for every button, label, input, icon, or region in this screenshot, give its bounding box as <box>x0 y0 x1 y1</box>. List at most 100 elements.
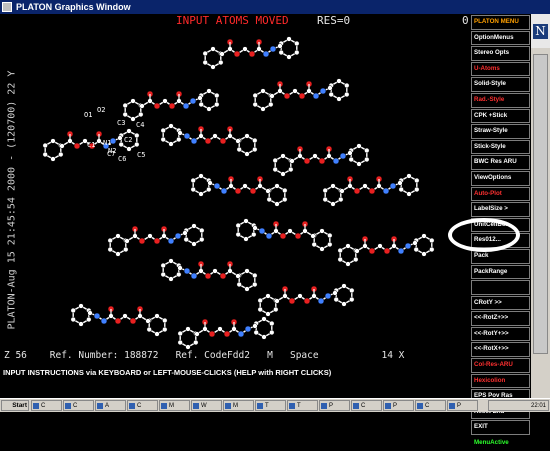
window-title-bar[interactable]: PLATON Graphics Window <box>0 0 550 14</box>
taskbar-button-label: C <box>73 403 78 409</box>
phenyl-ring <box>70 303 92 327</box>
menu-item-croty[interactable]: CRotY >> <box>471 295 530 311</box>
atom-label: N1 <box>103 139 111 147</box>
menu-item-rotx[interactable]: <<-RotX+>> <box>471 342 530 358</box>
instruction-line: INPUT INSTRUCTIONS via KEYBOARD or LEFT-… <box>0 362 470 384</box>
taskbar-button-0[interactable]: C <box>31 400 62 411</box>
app-icon <box>225 403 231 409</box>
molecule <box>122 88 220 122</box>
atom-label: C3 <box>117 119 125 127</box>
atom-label: C7 <box>107 150 115 158</box>
taskbar-button-5[interactable]: W <box>191 400 222 411</box>
phenyl-ring <box>257 293 279 317</box>
phenyl-ring <box>337 243 359 267</box>
taskbar-button-label: M <box>169 403 174 409</box>
taskbar-button-8[interactable]: T <box>287 400 318 411</box>
taskbar-button-1[interactable]: C <box>63 400 94 411</box>
menu-item-menuactive[interactable]: MenuActive <box>471 436 530 451</box>
phenyl-ring <box>348 143 370 167</box>
menu-item-stick-style[interactable]: Stick-Style <box>471 139 530 155</box>
atom-label: C2 <box>124 136 132 144</box>
molecule <box>70 303 168 337</box>
reference-info-line: Z 56 Ref. Number: 188872 Ref. CodeFdd2 M… <box>4 350 405 361</box>
taskbar-button-10[interactable]: C <box>351 400 382 411</box>
taskbar-button-9[interactable]: P <box>319 400 350 411</box>
app-icon <box>97 403 103 409</box>
phenyl-ring <box>177 326 199 350</box>
packrange-highlight-ellipse <box>448 218 520 252</box>
phenyl-ring <box>107 233 129 257</box>
phenyl-ring <box>183 223 205 247</box>
taskbar-button-11[interactable]: P <box>383 400 414 411</box>
phenyl-ring <box>266 183 288 207</box>
start-button[interactable]: Start <box>1 400 29 411</box>
molecule <box>202 36 300 70</box>
phenyl-ring <box>278 36 300 60</box>
app-icon <box>257 403 263 409</box>
molecule <box>177 316 275 350</box>
menu-item-optionmenus[interactable]: OptionMenus <box>471 30 530 46</box>
menu-item-labelsize[interactable]: LabelSize > <box>471 202 530 217</box>
menu-item-roty[interactable]: <<-RotY+>> <box>471 326 530 342</box>
clock: 22:01 <box>530 403 546 409</box>
menu-item-packrange[interactable]: PackRange <box>471 264 530 280</box>
menu-item-exit[interactable]: EXIT <box>471 420 530 436</box>
scrollbar-thumb[interactable] <box>533 54 548 354</box>
menu-item-auto-plot[interactable]: Auto-Plot <box>471 186 530 202</box>
menu-item-viewoptions[interactable]: ViewOptions <box>471 170 530 186</box>
app-icon <box>2 2 12 12</box>
app-icon <box>33 403 39 409</box>
phenyl-ring <box>252 88 274 112</box>
taskbar-button-13[interactable]: P <box>447 400 478 411</box>
taskbar-button-label: C <box>361 403 366 409</box>
menu-item-col-res-aru[interactable]: Col-Res-ARU <box>471 358 530 373</box>
menu-item-rotz[interactable]: <<-RotZ+>> <box>471 311 530 326</box>
taskbar-button-label: C <box>137 403 142 409</box>
phenyl-ring <box>198 88 220 112</box>
menu-item-platon-menu: PLATON MENU <box>471 15 530 30</box>
vertical-scrollbar[interactable]: N <box>531 14 550 398</box>
atom-label: O1 <box>84 111 92 119</box>
phenyl-ring <box>328 78 350 102</box>
menu-item-stereo-opts[interactable]: Stereo Opts <box>471 46 530 61</box>
phenyl-ring <box>146 313 168 337</box>
menu-item-solid-style[interactable]: Solid-Style <box>471 77 530 92</box>
phenyl-ring <box>311 228 333 252</box>
taskbar-button-12[interactable]: C <box>415 400 446 411</box>
app-icon <box>193 403 199 409</box>
phenyl-ring <box>235 218 257 242</box>
taskbar-button-label: P <box>393 403 398 409</box>
taskbar-button-4[interactable]: M <box>159 400 190 411</box>
taskbar-button-7[interactable]: T <box>255 400 286 411</box>
phenyl-ring <box>122 98 144 122</box>
app-icon <box>353 403 359 409</box>
molecule <box>272 143 370 177</box>
menu-item-bwc-res-aru[interactable]: BWC Res ARU <box>471 155 530 170</box>
taskbar-button-label: T <box>297 403 301 409</box>
atom-label: O2 <box>97 106 105 114</box>
taskbar-button-label: P <box>329 403 334 409</box>
taskbar-button-6[interactable]: M <box>223 400 254 411</box>
system-tray: 22:01 <box>488 400 549 411</box>
taskbar-button-label: C <box>425 403 430 409</box>
menu-item-hexicolion[interactable]: Hexicolion <box>471 373 530 389</box>
phenyl-ring <box>160 123 182 147</box>
molecule <box>160 123 258 157</box>
taskbar-button-3[interactable]: C <box>127 400 158 411</box>
menu-item-u-atoms[interactable]: U-Atoms <box>471 61 530 77</box>
browser-logo-area: N <box>531 14 550 48</box>
molecule <box>322 173 420 207</box>
app-icon <box>129 403 135 409</box>
menu-item-straw-style[interactable]: Straw-Style <box>471 124 530 139</box>
phenyl-ring <box>272 153 294 177</box>
graphics-canvas[interactable]: INPUT ATOMS MOVED RES=0 0 PLATON-Aug 15 … <box>0 14 470 362</box>
atom-label: C4 <box>136 121 144 129</box>
taskbar: Start 22:01 C C A C M W M T T P C P C P <box>0 398 550 412</box>
menu-item-rad-style[interactable]: Rad.-Style <box>471 92 530 108</box>
menu-item-blank-17[interactable] <box>471 280 530 295</box>
app-icon <box>385 403 391 409</box>
taskbar-button-2[interactable]: A <box>95 400 126 411</box>
phenyl-ring <box>413 233 435 257</box>
menu-item-cpk-stick[interactable]: CPK +Stick <box>471 108 530 124</box>
molecule-drawing[interactable]: O1O2C1 N1N2C3 C4C2C5C6C7 <box>0 14 470 350</box>
